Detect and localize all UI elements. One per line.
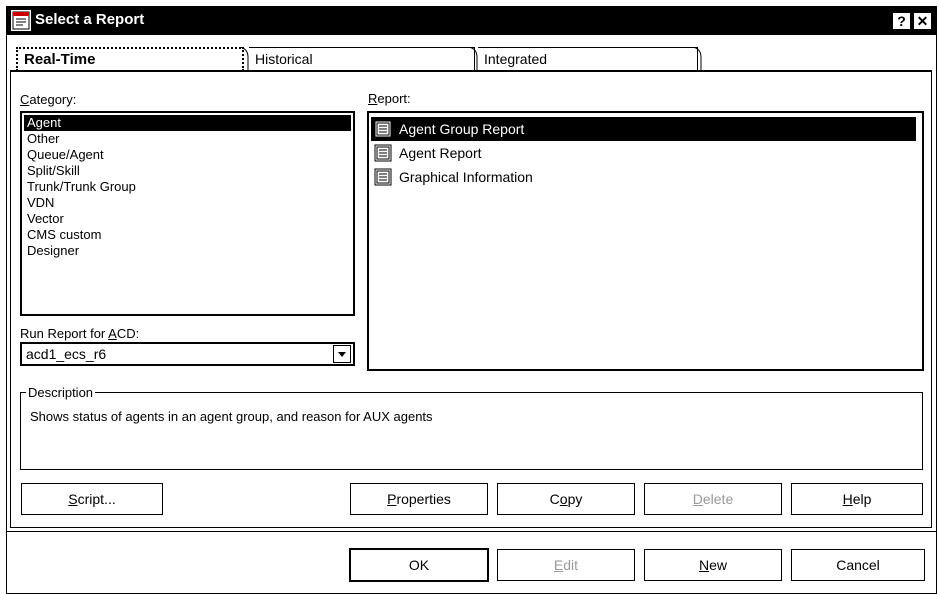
- report-app-icon: [11, 10, 31, 31]
- category-listbox[interactable]: Agent Other Queue/Agent Split/Skill Trun…: [20, 111, 355, 316]
- report-label: Report:: [368, 91, 411, 106]
- tab-edge: [693, 47, 702, 71]
- cancel-button[interactable]: Cancel: [791, 549, 925, 581]
- title-bar[interactable]: Select a Report ? ✕: [7, 7, 936, 35]
- acd-label: Run Report for ACD:: [20, 326, 140, 341]
- edit-button[interactable]: Edit: [497, 549, 635, 581]
- copy-button[interactable]: Copy: [497, 483, 635, 515]
- tab-integrated[interactable]: Integrated: [478, 47, 698, 71]
- report-document-icon: [374, 144, 392, 162]
- acd-value: acd1_ecs_r6: [26, 346, 107, 362]
- category-item-agent[interactable]: Agent: [24, 115, 351, 131]
- category-item-queue-agent[interactable]: Queue/Agent: [24, 147, 351, 163]
- ok-button[interactable]: OK: [349, 548, 489, 582]
- help-question-button[interactable]: ?: [892, 12, 911, 30]
- acd-select[interactable]: acd1_ecs_r6: [20, 342, 355, 366]
- script-button[interactable]: Script...: [21, 483, 163, 515]
- close-icon: ✕: [916, 13, 929, 29]
- new-button[interactable]: New: [644, 549, 782, 581]
- category-item-vector[interactable]: Vector: [24, 211, 351, 227]
- tab-label: Real-Time: [24, 51, 96, 68]
- dropdown-button[interactable]: [333, 345, 351, 363]
- select-report-dialog: Select a Report ? ✕ Real-Time Historical…: [6, 6, 937, 594]
- tab-historical[interactable]: Historical: [249, 47, 475, 71]
- category-label: Category:: [20, 92, 77, 107]
- category-item-other[interactable]: Other: [24, 131, 351, 147]
- tab-label: Integrated: [484, 51, 548, 67]
- report-listbox[interactable]: Agent Group Report Agent Report Graphica…: [367, 111, 924, 371]
- category-item-vdn[interactable]: VDN: [24, 195, 351, 211]
- report-item-agent-group[interactable]: Agent Group Report: [371, 117, 916, 141]
- delete-button[interactable]: Delete: [644, 483, 782, 515]
- category-item-trunk-group[interactable]: Trunk/Trunk Group: [24, 179, 351, 195]
- report-item-graphical-information[interactable]: Graphical Information: [371, 165, 922, 189]
- tab-label: Historical: [255, 51, 313, 67]
- close-button[interactable]: ✕: [913, 12, 932, 30]
- description-text: Shows status of agents in an agent group…: [30, 409, 433, 424]
- divider: [7, 531, 936, 532]
- category-item-designer[interactable]: Designer: [24, 243, 351, 259]
- category-item-split-skill[interactable]: Split/Skill: [24, 163, 351, 179]
- category-item-cms-custom[interactable]: CMS custom: [24, 227, 351, 243]
- tab-real-time[interactable]: Real-Time: [16, 47, 244, 71]
- window-title: Select a Report: [35, 11, 145, 28]
- help-button[interactable]: Help: [791, 483, 923, 515]
- description-legend: Description: [26, 385, 96, 400]
- description-group: [20, 392, 923, 470]
- properties-button[interactable]: Properties: [350, 483, 488, 515]
- report-document-icon: [374, 168, 392, 186]
- report-item-agent[interactable]: Agent Report: [371, 141, 922, 165]
- report-document-icon: [374, 120, 392, 138]
- chevron-down-icon: [338, 352, 346, 357]
